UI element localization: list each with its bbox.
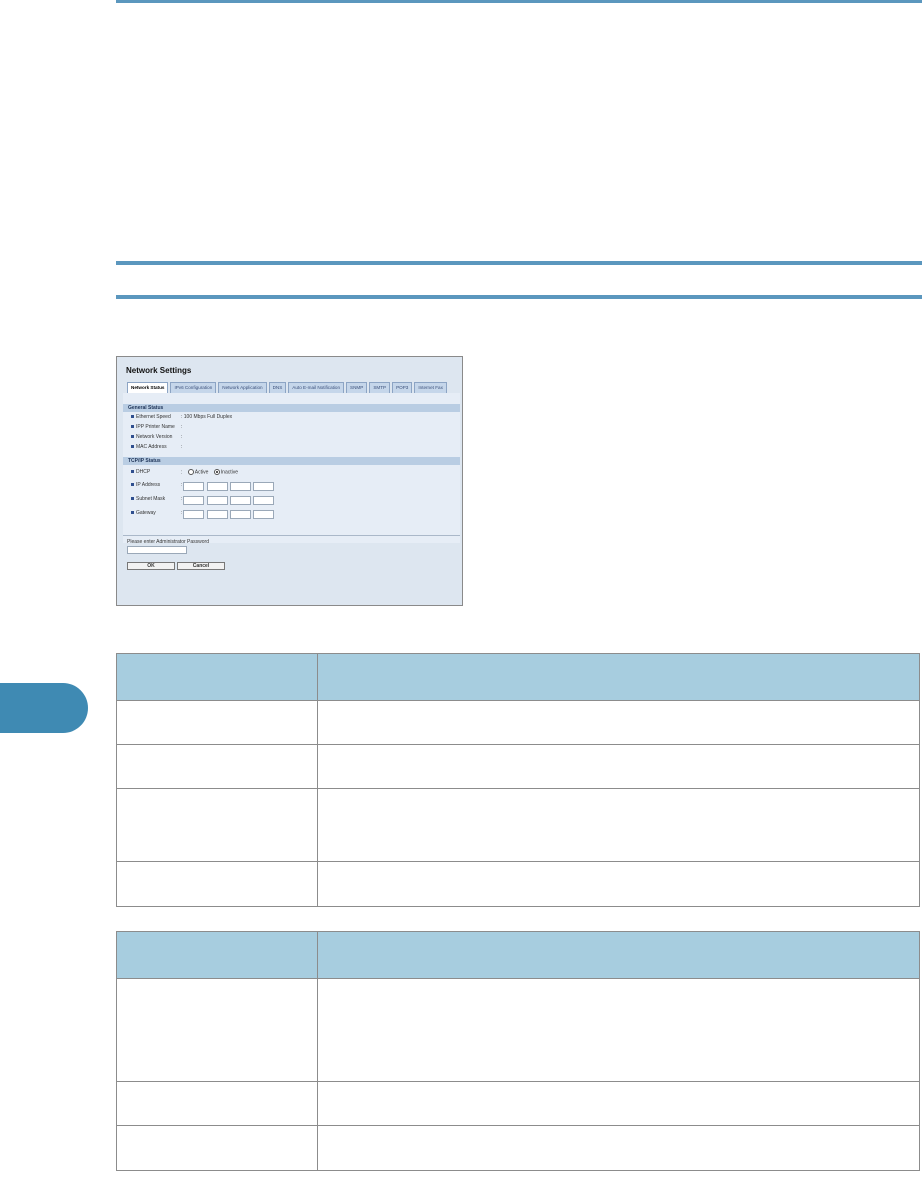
gateway-octet-1[interactable]	[183, 510, 204, 519]
table-cell	[116, 861, 318, 907]
table-header-cell	[317, 653, 920, 701]
network-settings-screenshot: Network Settings Network Status IPv6 Con…	[116, 356, 463, 606]
table-cell	[317, 1125, 920, 1171]
dhcp-active-label: Active	[194, 469, 209, 476]
password-label: Please enter Administrator Password	[127, 539, 209, 545]
dhcp-colon: :	[181, 469, 183, 476]
table-cell	[116, 1125, 318, 1171]
gateway-octet-3[interactable]	[230, 510, 251, 519]
form-divider	[123, 535, 460, 536]
section-rule-upper	[116, 261, 922, 265]
top-rule	[116, 0, 922, 3]
gateway-row: Gateway	[131, 510, 156, 516]
general-status-heading: General Status	[123, 404, 460, 412]
status-row-network-version: Network Version	[131, 434, 172, 440]
table-cell	[317, 978, 920, 1082]
status-value: :	[181, 444, 183, 450]
password-input[interactable]	[127, 546, 187, 554]
ip-address-octet-4[interactable]	[253, 482, 274, 491]
table-row	[116, 700, 920, 745]
dhcp-row: DHCP	[131, 469, 150, 475]
bullet-icon	[131, 497, 134, 501]
settings-table-2	[116, 931, 920, 1171]
subnet-mask-row: Subnet Mask	[131, 496, 165, 502]
table-row	[116, 788, 920, 862]
settings-table-1	[116, 653, 920, 907]
screenshot-title: Network Settings	[126, 366, 192, 375]
ip-address-row: IP Address	[131, 482, 160, 488]
dhcp-label: DHCP	[136, 469, 151, 475]
table-row	[116, 978, 920, 1082]
subnet-mask-octet-4[interactable]	[253, 496, 274, 505]
status-value: :	[181, 434, 183, 440]
status-value: : 100 Mbps Full Duplex	[181, 414, 233, 420]
gateway-octet-4[interactable]	[253, 510, 274, 519]
table-cell	[317, 700, 920, 745]
table-cell	[116, 700, 318, 745]
chapter-tab	[0, 683, 88, 733]
table-cell	[116, 788, 318, 862]
subnet-mask-octet-3[interactable]	[230, 496, 251, 505]
bullet-icon	[131, 435, 134, 439]
bullet-icon	[131, 425, 134, 429]
gateway-octet-2[interactable]	[207, 510, 228, 519]
ip-address-label: IP Address	[136, 482, 161, 488]
status-label: MAC Address	[136, 444, 167, 450]
section-rule-lower	[116, 295, 922, 299]
table-header-row	[116, 931, 920, 979]
subnet-mask-octet-2[interactable]	[207, 496, 228, 505]
dhcp-options: : Active Inactive	[181, 469, 238, 475]
ip-address-octet-1[interactable]	[183, 482, 204, 491]
table-row	[116, 861, 920, 907]
status-row-ipp-printer-name: IPP Printer Name	[131, 424, 175, 430]
ip-address-octet-2[interactable]	[207, 482, 228, 491]
table-row	[116, 1081, 920, 1126]
dhcp-active-radio[interactable]	[187, 469, 194, 475]
table-cell	[116, 978, 318, 1082]
table-header-row	[116, 653, 920, 701]
subnet-mask-label: Subnet Mask	[136, 496, 166, 502]
cancel-button[interactable]: Cancel	[177, 562, 225, 570]
table-header-cell	[116, 931, 318, 979]
dhcp-inactive-label: Inactive	[220, 469, 239, 476]
status-row-ethernet-speed: Ethernet Speed	[131, 414, 171, 420]
bullet-icon	[131, 511, 134, 515]
status-label: Ethernet Speed	[136, 414, 171, 420]
tcpip-status-heading: TCP/IP Status	[123, 457, 460, 465]
table-row	[116, 1125, 920, 1171]
table-cell	[116, 744, 318, 789]
table-cell	[317, 1081, 920, 1126]
subnet-mask-octet-1[interactable]	[183, 496, 204, 505]
table-row	[116, 744, 920, 789]
status-row-mac-address: MAC Address	[131, 444, 167, 450]
ok-button[interactable]: OK	[127, 562, 175, 570]
status-label: Network Version	[136, 434, 173, 440]
status-label: IPP Printer Name	[136, 424, 175, 430]
bullet-icon	[131, 470, 134, 474]
bullet-icon	[131, 483, 134, 487]
screenshot-content-area	[123, 393, 460, 543]
bullet-icon	[131, 415, 134, 419]
table-cell	[317, 788, 920, 862]
ip-address-octet-3[interactable]	[230, 482, 251, 491]
status-value: :	[181, 424, 183, 430]
table-cell	[116, 1081, 318, 1126]
bullet-icon	[131, 445, 134, 449]
table-cell	[317, 744, 920, 789]
gateway-label: Gateway	[136, 510, 156, 516]
table-header-cell	[317, 931, 920, 979]
table-header-cell	[116, 653, 318, 701]
table-cell	[317, 861, 920, 907]
dhcp-inactive-radio[interactable]	[213, 469, 220, 475]
